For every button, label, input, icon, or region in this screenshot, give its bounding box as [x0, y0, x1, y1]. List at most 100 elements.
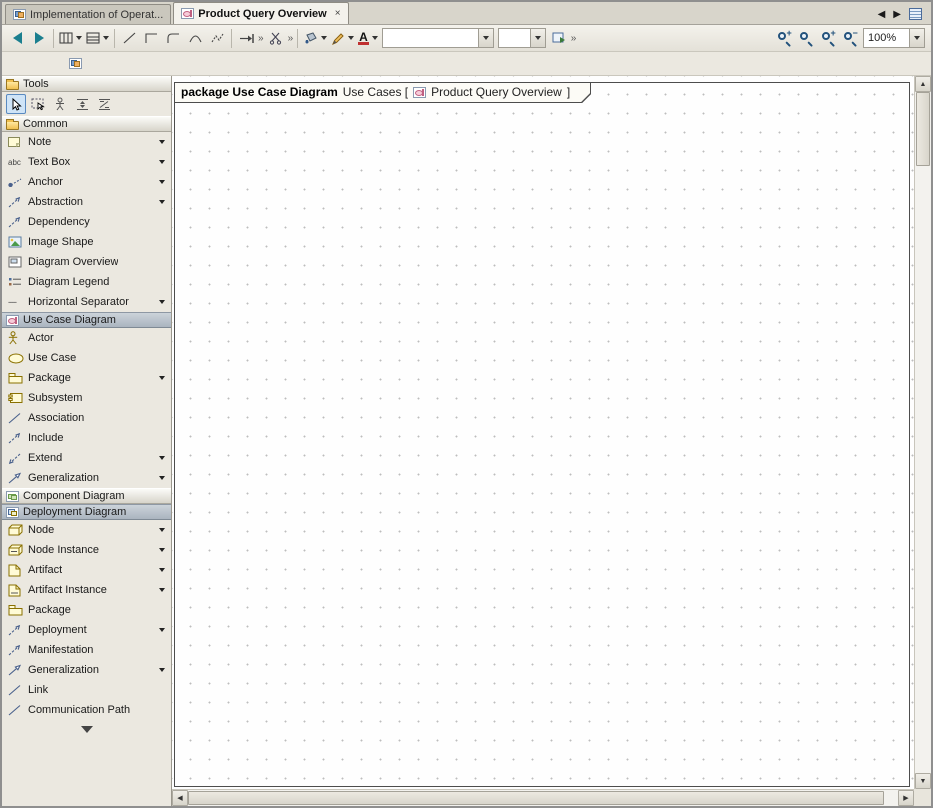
chevron-down-icon[interactable]	[159, 628, 165, 632]
vertical-scrollbar-thumb[interactable]	[916, 92, 930, 166]
chevron-down-icon[interactable]	[372, 36, 378, 40]
chevron-down-icon[interactable]	[159, 528, 165, 532]
palette-item-artifact-instance[interactable]: Artifact Instance	[2, 580, 171, 600]
marquee-tool-button[interactable]	[28, 94, 48, 114]
tab-implementation-of-operations[interactable]: Implementation of Operat...	[5, 4, 171, 24]
combo-dropdown-button[interactable]	[530, 29, 545, 47]
palette-item-image-shape[interactable]: Image Shape	[2, 232, 171, 252]
palette-item-horizontal-separator[interactable]: ---- Horizontal Separator	[2, 292, 171, 312]
palette-item-node[interactable]: Node	[2, 520, 171, 540]
fit-in-window-button[interactable]: +	[773, 27, 795, 49]
palette-section-common[interactable]: Common	[2, 116, 171, 132]
previous-tab-button[interactable]: ◀	[878, 9, 886, 20]
palette-item-generalization[interactable]: Generalization	[2, 468, 171, 488]
horizontal-scrollbar-thumb[interactable]	[188, 791, 884, 805]
pen-color-button[interactable]	[329, 27, 356, 49]
overflow-icon[interactable]: »	[258, 33, 264, 44]
palette-item-diagram-legend[interactable]: Diagram Legend	[2, 272, 171, 292]
chevron-down-icon[interactable]	[159, 568, 165, 572]
curved-path-button[interactable]	[184, 27, 206, 49]
vertical-scrollbar[interactable]: ▲ ▼	[914, 76, 931, 789]
palette-section-use-case-diagram[interactable]: Use Case Diagram	[2, 312, 171, 328]
chevron-down-icon[interactable]	[159, 376, 165, 380]
palette-item-deployment-package[interactable]: Package	[2, 600, 171, 620]
palette-item-extend[interactable]: Extend	[2, 448, 171, 468]
stamp-tool-button[interactable]	[50, 94, 70, 114]
diagram-options-button[interactable]	[64, 53, 86, 75]
chevron-down-icon[interactable]	[159, 476, 165, 480]
palette-item-deployment-generalization[interactable]: Generalization	[2, 660, 171, 680]
scroll-left-button[interactable]: ◀	[172, 790, 188, 806]
palette-item-deployment[interactable]: Deployment	[2, 620, 171, 640]
horizontal-scrollbar[interactable]: ◀ ▶	[172, 789, 914, 806]
pointer-tool-button[interactable]	[6, 94, 26, 114]
horizontal-scrollbar-track[interactable]	[188, 790, 898, 806]
palette-section-deployment-diagram[interactable]: Deployment Diagram	[2, 504, 171, 520]
palette-item-note[interactable]: Note	[2, 132, 171, 152]
rounded-path-button[interactable]	[162, 27, 184, 49]
font-size-combo[interactable]	[498, 28, 546, 48]
palette-section-component-diagram[interactable]: Component Diagram	[2, 488, 171, 504]
chevron-down-icon[interactable]	[159, 548, 165, 552]
palette-scroll-down-button[interactable]	[2, 722, 171, 736]
oblique-path-button[interactable]	[118, 27, 140, 49]
chevron-down-icon[interactable]	[348, 36, 354, 40]
horizontal-tree-tool-button[interactable]	[94, 94, 114, 114]
font-color-button[interactable]: A	[356, 27, 380, 49]
chevron-down-icon[interactable]	[159, 668, 165, 672]
font-family-combo[interactable]	[382, 28, 494, 48]
spline-path-button[interactable]	[206, 27, 228, 49]
tab-product-query-overview[interactable]: Product Query Overview ×	[173, 2, 348, 24]
forward-button[interactable]	[28, 27, 50, 49]
palette-item-artifact[interactable]: Artifact	[2, 560, 171, 580]
chevron-down-icon[interactable]	[159, 140, 165, 144]
palette-item-subsystem[interactable]: Subsystem	[2, 388, 171, 408]
save-as-image-button[interactable]	[548, 27, 570, 49]
chevron-down-icon[interactable]	[159, 300, 165, 304]
overflow-icon[interactable]: »	[288, 33, 294, 44]
chevron-down-icon[interactable]	[76, 36, 82, 40]
palette-item-include[interactable]: Include	[2, 428, 171, 448]
palette-item-communication-path[interactable]: Communication Path	[2, 700, 171, 720]
chevron-down-icon[interactable]	[159, 160, 165, 164]
vertical-scrollbar-track[interactable]	[915, 92, 931, 773]
close-tab-icon[interactable]: ×	[335, 8, 341, 19]
overflow-icon[interactable]: »	[571, 33, 577, 44]
refactor-cut-button[interactable]	[265, 27, 287, 49]
chevron-down-icon[interactable]	[321, 36, 327, 40]
palette-item-use-case[interactable]: Use Case	[2, 348, 171, 368]
zoom-out-button[interactable]: −	[839, 27, 861, 49]
combo-dropdown-button[interactable]	[909, 29, 924, 47]
palette-item-node-instance[interactable]: Node Instance	[2, 540, 171, 560]
zoom-in-button[interactable]: +	[817, 27, 839, 49]
palette-item-anchor[interactable]: Anchor	[2, 172, 171, 192]
zoom-one-to-one-button[interactable]	[795, 27, 817, 49]
palette-item-text-box[interactable]: abc Text Box	[2, 152, 171, 172]
vertical-swimlanes-button[interactable]	[57, 27, 84, 49]
rectilinear-path-button[interactable]	[140, 27, 162, 49]
chevron-down-icon[interactable]	[159, 200, 165, 204]
diagram-canvas[interactable]: package Use Case Diagram Use Cases [ Pro…	[172, 76, 914, 789]
chevron-down-icon[interactable]	[159, 456, 165, 460]
chevron-down-icon[interactable]	[103, 36, 109, 40]
palette-item-actor[interactable]: Actor	[2, 328, 171, 348]
palette-item-diagram-overview[interactable]: Diagram Overview	[2, 252, 171, 272]
chevron-down-icon[interactable]	[159, 180, 165, 184]
palette-item-manifestation[interactable]: Manifestation	[2, 640, 171, 660]
palette-item-package[interactable]: Package	[2, 368, 171, 388]
diagram-list-icon[interactable]	[909, 8, 922, 20]
palette-item-dependency[interactable]: Dependency	[2, 212, 171, 232]
palette-section-tools[interactable]: Tools	[2, 76, 171, 92]
scroll-right-button[interactable]: ▶	[898, 790, 914, 806]
back-button[interactable]	[6, 27, 28, 49]
combo-dropdown-button[interactable]	[478, 29, 493, 47]
horizontal-swimlanes-button[interactable]	[84, 27, 111, 49]
scroll-up-button[interactable]: ▲	[915, 76, 931, 92]
palette-item-abstraction[interactable]: Abstraction	[2, 192, 171, 212]
fill-color-button[interactable]	[301, 27, 329, 49]
scroll-down-button[interactable]: ▼	[915, 773, 931, 789]
vertical-tree-tool-button[interactable]	[72, 94, 92, 114]
next-tab-button[interactable]: ▶	[893, 9, 901, 20]
palette-item-association[interactable]: Association	[2, 408, 171, 428]
zoom-level-combo[interactable]: 100%	[863, 28, 925, 48]
